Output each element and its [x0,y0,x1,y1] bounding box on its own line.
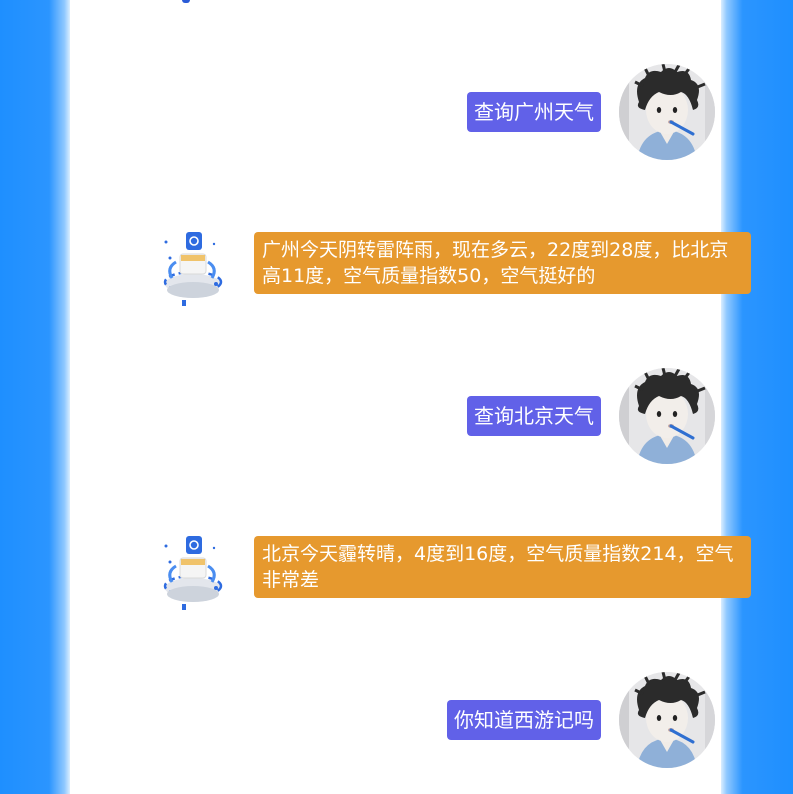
user-message-row: 查询广州天气 [415,64,715,162]
right-background-border [721,0,793,794]
user-message-row: 你知道西游记吗 [415,672,715,770]
user-message-bubble[interactable]: 查询广州天气 [467,92,601,132]
user-avatar-icon[interactable] [619,368,715,464]
bot-message-bubble[interactable]: 广州今天阴转雷阵雨，现在多云，22度到28度，比北京高11度，空气质量指数50，… [254,232,751,294]
user-message-bubble[interactable]: 查询北京天气 [467,396,601,436]
chat-screen: 查询广州天气 广州今天阴转雷阵雨，现在多云，22度到28度，比北京高11度，空气… [0,0,793,794]
bot-message-row: 广州今天阴转雷阵雨，现在多云，22度到28度，比北京高11度，空气质量指数50，… [150,232,780,322]
bot-avatar-icon[interactable] [150,536,240,626]
bot-message-bubble[interactable]: 北京今天霾转晴，4度到16度，空气质量指数214，空气非常差 [254,536,751,598]
previous-avatar-edge [182,0,190,3]
user-avatar-icon[interactable] [619,64,715,160]
left-background-border [0,0,70,794]
user-avatar-icon[interactable] [619,672,715,768]
bot-avatar-icon[interactable] [150,232,240,322]
user-message-bubble[interactable]: 你知道西游记吗 [447,700,601,740]
user-message-row: 查询北京天气 [415,368,715,466]
bot-message-row: 北京今天霾转晴，4度到16度，空气质量指数214，空气非常差 [150,536,780,626]
chat-panel[interactable]: 查询广州天气 广州今天阴转雷阵雨，现在多云，22度到28度，比北京高11度，空气… [70,0,751,794]
